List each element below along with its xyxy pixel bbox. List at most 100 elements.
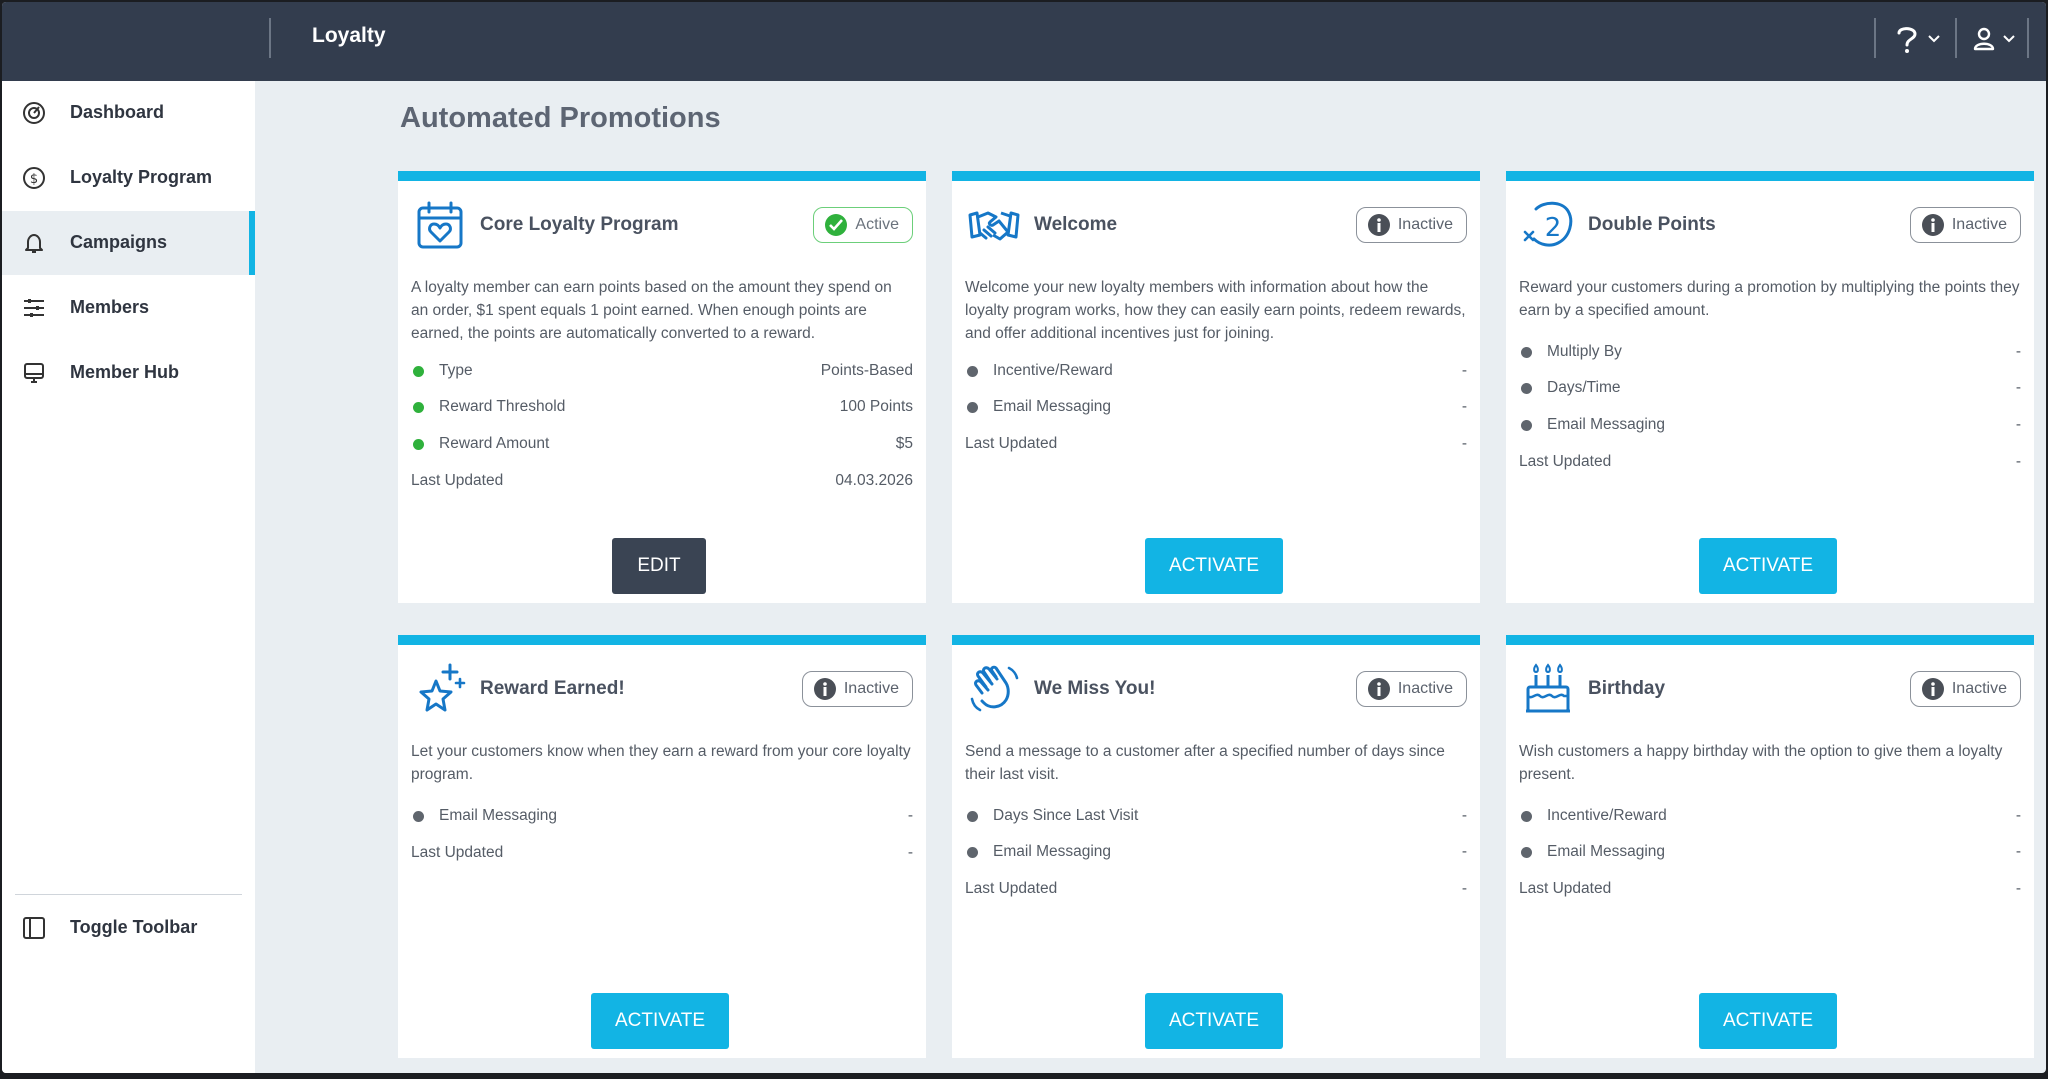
- sidebar-item-label: Dashboard: [70, 102, 165, 122]
- edit-button[interactable]: EDIT: [612, 538, 706, 594]
- detail-value: -: [2015, 880, 2021, 897]
- toggle-toolbar-button[interactable]: Toggle Toolbar: [2, 896, 255, 960]
- status-dot: [413, 439, 424, 450]
- card-detail-row: Reward Amount $5: [411, 433, 913, 455]
- detail-label: Email Messaging: [439, 807, 558, 824]
- detail-label: Last Updated: [965, 435, 1058, 452]
- detail-value: -: [907, 807, 913, 824]
- sidebar-item-campaigns[interactable]: Campaigns: [2, 211, 255, 275]
- status-dot: [967, 402, 978, 413]
- header-divider: [1955, 18, 1957, 58]
- card-description: Reward your customers during a promotion…: [1519, 279, 2020, 319]
- detail-value: -: [2015, 416, 2021, 433]
- detail-label: Last Updated: [411, 472, 504, 489]
- activate-button[interactable]: ACTIVATE: [1699, 538, 1837, 594]
- card-title: Welcome: [1034, 214, 1118, 235]
- detail-value: Points-Based: [820, 362, 913, 379]
- last-updated-row: Last Updated -: [965, 433, 1467, 455]
- card-description: Wish customers a happy birthday with the…: [1519, 743, 2003, 783]
- info-icon: [1367, 678, 1390, 700]
- detail-label: Last Updated: [1519, 880, 1612, 897]
- sidebar-item-dashboard[interactable]: Dashboard: [2, 81, 255, 145]
- detail-label: Incentive/Reward: [993, 362, 1113, 379]
- card-detail-row: Reward Threshold 100 Points: [411, 396, 913, 418]
- user-menu-button[interactable]: [1973, 22, 2015, 56]
- activate-button[interactable]: ACTIVATE: [1145, 538, 1283, 594]
- promotion-card-reward-earned: Reward Earned! Inactive Let your custome…: [398, 635, 926, 1058]
- detail-label: Multiply By: [1547, 343, 1622, 360]
- last-updated-row: Last Updated -: [965, 878, 1467, 900]
- last-updated-row: Last Updated -: [1519, 451, 2021, 473]
- last-updated-row: Last Updated -: [1519, 878, 2021, 900]
- help-icon: [1894, 24, 1920, 54]
- dashboard-gauge-icon: [23, 102, 45, 124]
- status-label: Inactive: [1951, 680, 2007, 697]
- sidebar-item-members[interactable]: Members: [2, 276, 255, 340]
- card-detail-row: Type Points-Based: [411, 360, 913, 382]
- last-updated-row: Last Updated -: [411, 842, 913, 864]
- card-detail-row: Email Messaging -: [411, 805, 913, 827]
- card-detail-row: Email Messaging -: [1519, 841, 2021, 863]
- header-divider: [1874, 18, 1876, 58]
- detail-label: Email Messaging: [1547, 416, 1666, 433]
- detail-label: Days Since Last Visit: [993, 807, 1139, 824]
- detail-value: -: [2015, 379, 2021, 396]
- activate-button[interactable]: ACTIVATE: [591, 993, 729, 1049]
- activate-button[interactable]: ACTIVATE: [1699, 993, 1837, 1049]
- toggle-toolbar-label: Toggle Toolbar: [70, 917, 198, 937]
- card-title: Double Points: [1588, 214, 1716, 235]
- svg-text:2: 2: [1545, 213, 1562, 243]
- sidebar-toggle-icon: [23, 917, 45, 939]
- status-dot: [1521, 383, 1532, 394]
- detail-value: -: [2015, 453, 2021, 470]
- sidebar-item-label: Member Hub: [70, 362, 180, 382]
- sidebar-item-label: Campaigns: [70, 232, 168, 252]
- card-title: Birthday: [1588, 678, 1666, 699]
- app-title: Loyalty: [312, 24, 386, 47]
- activate-button[interactable]: ACTIVATE: [1145, 993, 1283, 1049]
- card-description: Send a message to a customer after a spe…: [965, 743, 1445, 783]
- header-divider: [269, 18, 271, 58]
- detail-value: -: [2015, 807, 2021, 824]
- status-badge: Inactive: [1909, 207, 2021, 243]
- status-dot: [413, 366, 424, 377]
- info-icon: [1367, 214, 1390, 236]
- sidebar-item-loyalty-program[interactable]: $ Loyalty Program: [2, 146, 255, 210]
- bell-icon: [25, 234, 43, 253]
- promotion-card-birthday: Birthday Inactive Wish customers a happy…: [1506, 635, 2034, 1058]
- page-title: Automated Promotions: [400, 102, 721, 134]
- detail-label: Incentive/Reward: [1547, 807, 1667, 824]
- sidebar-item-member-hub[interactable]: Member Hub: [2, 341, 255, 405]
- detail-label: Last Updated: [1519, 453, 1612, 470]
- status-badge: Inactive: [1355, 207, 1467, 243]
- status-badge: Active: [813, 207, 913, 243]
- times-two-icon: 2: [1523, 201, 1573, 247]
- card-description: A loyalty member can earn points based o…: [411, 279, 892, 342]
- card-detail-row: Incentive/Reward -: [965, 360, 1467, 382]
- status-label: Inactive: [843, 680, 899, 697]
- status-label: Active: [855, 216, 899, 233]
- status-dot: [967, 811, 978, 822]
- status-badge: Inactive: [801, 671, 913, 707]
- card-title: Reward Earned!: [480, 678, 625, 699]
- card-title: We Miss You!: [1034, 678, 1156, 699]
- detail-label: Email Messaging: [993, 398, 1112, 415]
- birthday-cake-icon: [1526, 663, 1570, 713]
- card-detail-row: Days Since Last Visit -: [965, 805, 1467, 827]
- status-dot: [1521, 811, 1532, 822]
- check-circle-icon: [825, 214, 848, 236]
- detail-value: -: [907, 844, 913, 861]
- status-dot: [1521, 420, 1532, 431]
- detail-label: Type: [439, 362, 473, 379]
- dollar-circle-icon: $: [23, 167, 45, 189]
- detail-value: $5: [895, 435, 913, 452]
- detail-label: Email Messaging: [993, 843, 1112, 860]
- chevron-down-icon: [2003, 35, 2015, 43]
- detail-value: -: [1461, 435, 1467, 452]
- star-sparkle-icon: [419, 663, 466, 712]
- app-window: Loyalty Dashboard $ Loyalty Program Camp…: [2, 2, 2046, 1073]
- status-label: Inactive: [1397, 680, 1453, 697]
- help-menu-button[interactable]: [1894, 22, 1940, 56]
- detail-value: 04.03.2026: [835, 472, 913, 489]
- detail-label: Email Messaging: [1547, 843, 1666, 860]
